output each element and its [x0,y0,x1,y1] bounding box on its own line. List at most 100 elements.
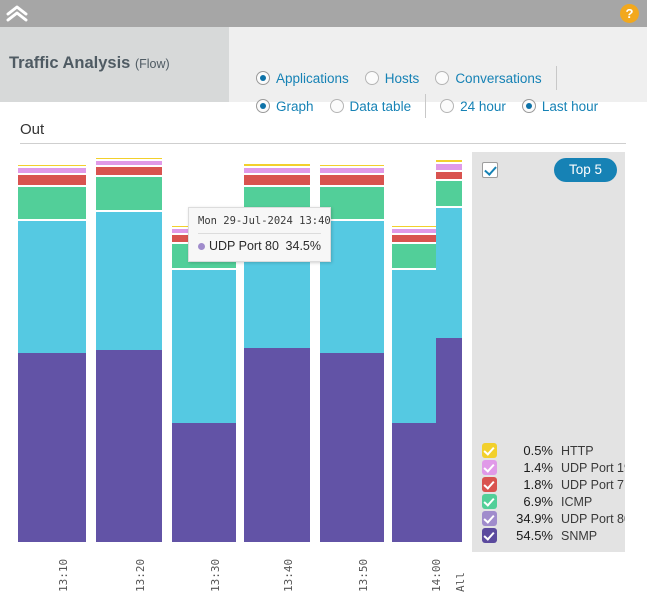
chart-bar-segment[interactable] [172,268,236,423]
page-header: Traffic Analysis (Flow) Applications Hos… [0,27,647,102]
legend-item[interactable]: 34.9%UDP Port 80 [472,510,625,527]
x-axis-label: All [454,572,467,592]
radio-label: Data table [350,99,412,114]
chart-bar-segment[interactable] [96,175,162,210]
legend-item[interactable]: 1.4% UDP Port 19 [472,459,625,476]
legend-percent: 6.9% [501,494,553,509]
chart-bar-segment[interactable] [436,179,462,206]
chart-bar[interactable] [96,152,162,542]
chart-bar-segment[interactable] [320,353,384,542]
tooltip-divider [198,233,321,234]
chart-bar-segment[interactable] [436,158,462,162]
legend-select-all-checkbox[interactable] [482,162,498,178]
x-axis-label: 13:10 [57,559,70,592]
chart-bar-segment[interactable] [18,185,86,219]
chart-bar[interactable] [18,152,86,542]
legend-label: ICMP [561,495,592,509]
legend-item[interactable]: 54.5% SNMP [472,527,625,544]
x-axis-label: 13:40 [282,559,295,592]
chart-bar-segment[interactable] [244,166,310,174]
legend-checkbox[interactable] [482,477,497,492]
chart-bar-segment[interactable] [18,219,86,353]
tooltip-timestamp: Mon 29-Jul-2024 13:40 [198,215,321,227]
chart-bar-segment[interactable] [436,206,462,338]
chart-bar-segment[interactable] [172,423,236,542]
chart-bar-segment[interactable] [96,210,162,350]
legend-percent: 0.5% [501,443,553,458]
chart-bar-segment[interactable] [96,165,162,175]
legend-percent: 1.8% [501,477,553,492]
help-icon[interactable]: ? [620,4,639,23]
legend-checkbox[interactable] [482,460,497,475]
header-divider [425,94,426,118]
radio-label: Graph [276,99,314,114]
header-divider [556,66,557,90]
chart-bar-segment[interactable] [96,159,162,165]
radio-label: Conversations [455,71,541,86]
tooltip-series-dot [198,243,205,250]
radio-applications[interactable]: Applications [256,71,349,86]
legend-label: UDP Port 7 / [561,478,625,492]
tooltip-series-value: 34.5% [286,239,321,253]
chart-bar-segment[interactable] [320,166,384,174]
title-box: Traffic Analysis (Flow) [0,27,229,102]
chart-bar-segment[interactable] [436,170,462,180]
chart-bar-segment[interactable] [18,163,86,166]
chart-bar-segment[interactable] [436,338,462,542]
page-title-main: Traffic Analysis [9,54,130,72]
chart-bar-segment[interactable] [320,173,384,184]
tooltip-series-label: UDP Port 80 [209,239,279,253]
radio-label: Last hour [542,99,598,114]
radio-last-hour[interactable]: Last hour [522,99,598,114]
chart-bar-segment[interactable] [18,353,86,542]
x-axis-label: 14:00 [430,559,443,592]
top-5-button[interactable]: Top 5 [554,158,617,182]
legend-percent: 54.5% [501,528,553,543]
section-title: Out [20,121,44,138]
chart-bar-segment[interactable] [320,163,384,166]
chart-bar-segment[interactable] [244,162,310,166]
x-axis-labels: 13:1013:2013:3013:4013:5014:00All [18,544,464,600]
chart-bar-segment[interactable] [244,348,310,542]
view-mode-radio-group: Applications Hosts Conversations [256,65,571,91]
top-toolbar: ? [0,0,647,27]
legend-percent: 1.4% [501,460,553,475]
legend-label: SNMP [561,529,597,543]
legend-label: UDP Port 80 [561,512,625,526]
chart-tooltip: Mon 29-Jul-2024 13:40 UDP Port 80 34.5% [188,207,331,262]
legend-checkbox[interactable] [482,494,497,509]
legend-checkbox[interactable] [482,528,497,543]
chevron-double-up-icon[interactable] [4,3,30,25]
legend-label: HTTP [561,444,594,458]
x-axis-label: 13:20 [134,559,147,592]
chart-bar-segment[interactable] [96,156,162,159]
page-title: Traffic Analysis (Flow) [9,54,170,73]
legend-checkbox[interactable] [482,511,497,526]
legend-checkbox[interactable] [482,443,497,458]
chart-bar-segment[interactable] [18,166,86,174]
radio-graph[interactable]: Graph [256,99,314,114]
radio-dot [440,99,454,113]
chart-bar-segment[interactable] [436,162,462,170]
x-axis-label: 13:30 [209,559,222,592]
radio-dot [330,99,344,113]
radio-dot [365,71,379,85]
chart-bar-segment[interactable] [96,350,162,542]
display-mode-radio-group: Graph Data table 24 hour Last hour [256,93,614,119]
chart-bar-segment[interactable] [244,173,310,184]
legend-label: UDP Port 19 [561,461,625,475]
radio-dot [522,99,536,113]
radio-dot [435,71,449,85]
radio-conversations[interactable]: Conversations [435,71,541,86]
legend-item[interactable]: 0.5% HTTP [472,442,625,459]
legend-item[interactable]: 6.9% ICMP [472,493,625,510]
chart-bar[interactable] [436,152,462,542]
chart-bar-segment[interactable] [18,173,86,184]
section-divider [20,143,626,144]
radio-dot [256,99,270,113]
legend-item[interactable]: 1.8% UDP Port 7 / [472,476,625,493]
radio-24-hour[interactable]: 24 hour [440,99,506,114]
legend-items: 0.5%HTTP1.4%UDP Port 191.8%UDP Port 7 /6… [472,442,625,544]
radio-data-table[interactable]: Data table [330,99,412,114]
radio-hosts[interactable]: Hosts [365,71,420,86]
